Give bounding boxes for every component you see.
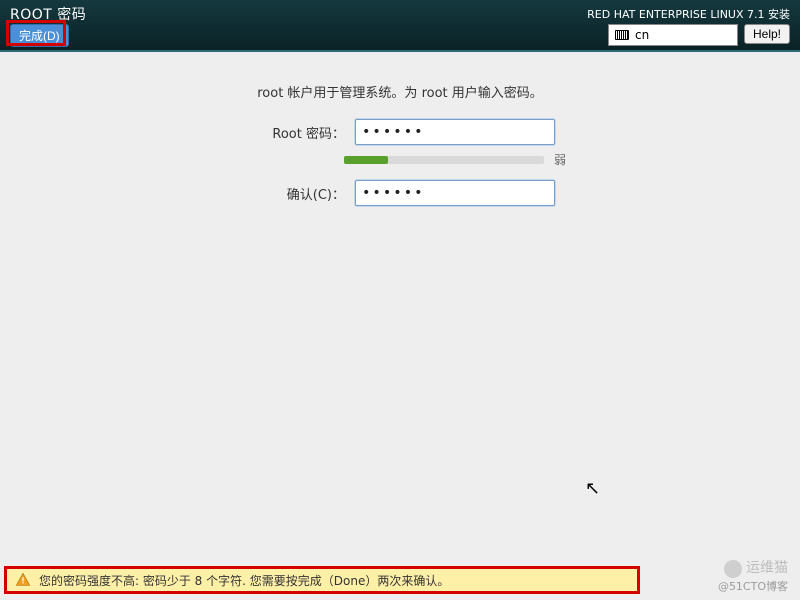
done-button[interactable]: 完成(D) xyxy=(10,24,69,47)
password-row: Root 密码： xyxy=(60,119,740,145)
password-strength-meter xyxy=(344,156,544,164)
warning-bar: 您的密码强度不高: 密码少于 8 个字符. 您需要按完成（Done）两次来确认。 xyxy=(4,566,640,594)
strength-row: 弱 xyxy=(60,151,740,168)
form-description: root 帐户用于管理系统。为 root 用户输入密码。 xyxy=(60,82,740,101)
watermark-logo-icon xyxy=(724,560,742,578)
header-bar: ROOT 密码 RED HAT ENTERPRISE LINUX 7.1 安装 … xyxy=(0,0,800,52)
password-strength-fill xyxy=(344,156,388,164)
root-password-form: root 帐户用于管理系统。为 root 用户输入密码。 Root 密码： 弱 … xyxy=(0,52,800,206)
confirm-row: 确认(C)： xyxy=(60,180,740,206)
warning-icon xyxy=(15,572,31,588)
keyboard-icon xyxy=(615,30,629,40)
help-button[interactable]: Help! xyxy=(744,24,790,44)
password-label: Root 密码： xyxy=(245,123,345,142)
keyboard-layout-selector[interactable]: cn xyxy=(608,24,738,46)
confirm-password-input[interactable] xyxy=(355,180,555,206)
watermark-handle: @51CTO博客 xyxy=(718,579,788,594)
cursor-pointer-icon: ↖ xyxy=(585,478,600,499)
installer-subtitle: RED HAT ENTERPRISE LINUX 7.1 安装 xyxy=(587,6,790,22)
root-password-input[interactable] xyxy=(355,119,555,145)
password-strength-label: 弱 xyxy=(554,151,566,168)
confirm-label: 确认(C)： xyxy=(245,184,345,203)
keyboard-layout-code: cn xyxy=(635,28,649,42)
warning-text: 您的密码强度不高: 密码少于 8 个字符. 您需要按完成（Done）两次来确认。 xyxy=(39,572,449,589)
watermark: 运维猫 @51CTO博客 xyxy=(718,559,788,594)
watermark-brand: 运维猫 xyxy=(746,559,788,579)
